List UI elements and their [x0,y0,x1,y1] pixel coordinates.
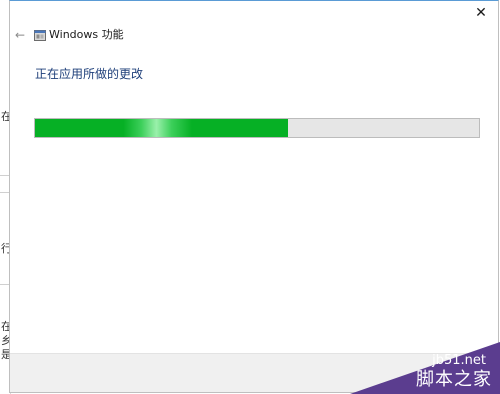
watermark-name: 脚本之家 [416,369,492,390]
progress-bar [34,118,480,138]
window-title: Windows 功能 [49,28,124,41]
background-divider [0,284,9,285]
status-heading: 正在应用所做的更改 [35,67,144,81]
background-divider [0,175,9,176]
progress-bar-fill [35,119,289,137]
close-icon[interactable]: ✕ [468,3,494,23]
windows-features-icon [34,30,46,41]
title-bar: ← Windows 功能 ✕ [10,1,498,42]
back-arrow-icon[interactable]: ← [13,25,27,45]
background-divider [0,192,9,193]
windows-features-dialog: ← Windows 功能 ✕ 正在应用所做的更改 [9,0,499,393]
